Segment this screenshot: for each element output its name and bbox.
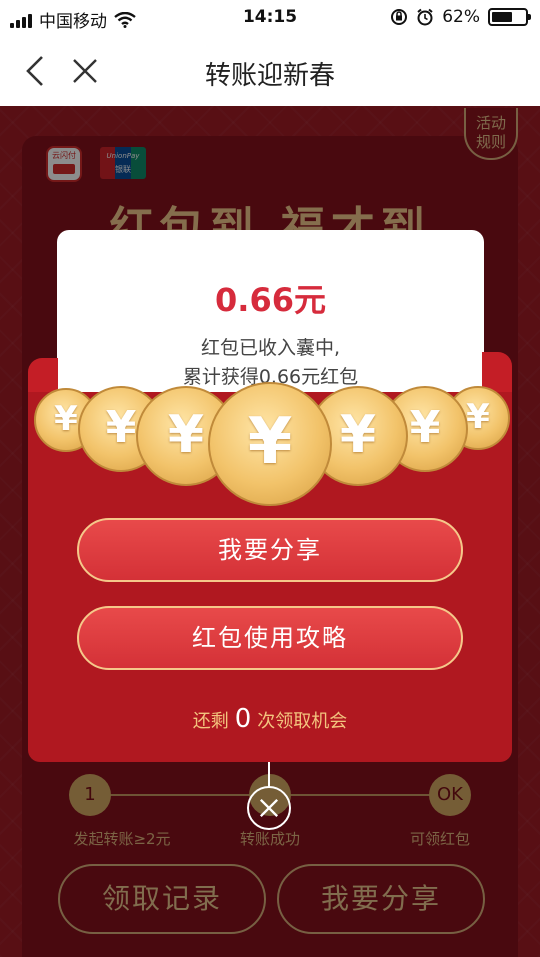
status-bar: 中国移动 14:15 62%: [0, 0, 540, 36]
battery-icon: [488, 8, 531, 26]
close-connector: [268, 762, 270, 788]
coin-icon: ¥: [208, 382, 332, 506]
alarm-icon: [417, 8, 433, 26]
usage-guide-button[interactable]: 红包使用攻略: [77, 606, 463, 670]
reward-amount: 0.66元: [215, 281, 326, 319]
share-button[interactable]: 我要分享: [77, 518, 463, 582]
remaining-prefix: 还剩: [192, 711, 229, 732]
page-title: 转账迎新春: [204, 61, 335, 91]
close-popup-icon[interactable]: [247, 786, 291, 830]
battery-percent: 62%: [442, 7, 480, 27]
reward-message-line1: 红包已收入囊中,: [200, 337, 341, 359]
remaining-chances: 还剩 0 次领取机会: [0, 704, 540, 734]
rotation-lock-icon: [391, 9, 408, 25]
remaining-suffix: 次领取机会: [257, 711, 348, 732]
nav-bar: 转账迎新春: [0, 36, 540, 106]
remaining-count: 0: [234, 704, 252, 734]
